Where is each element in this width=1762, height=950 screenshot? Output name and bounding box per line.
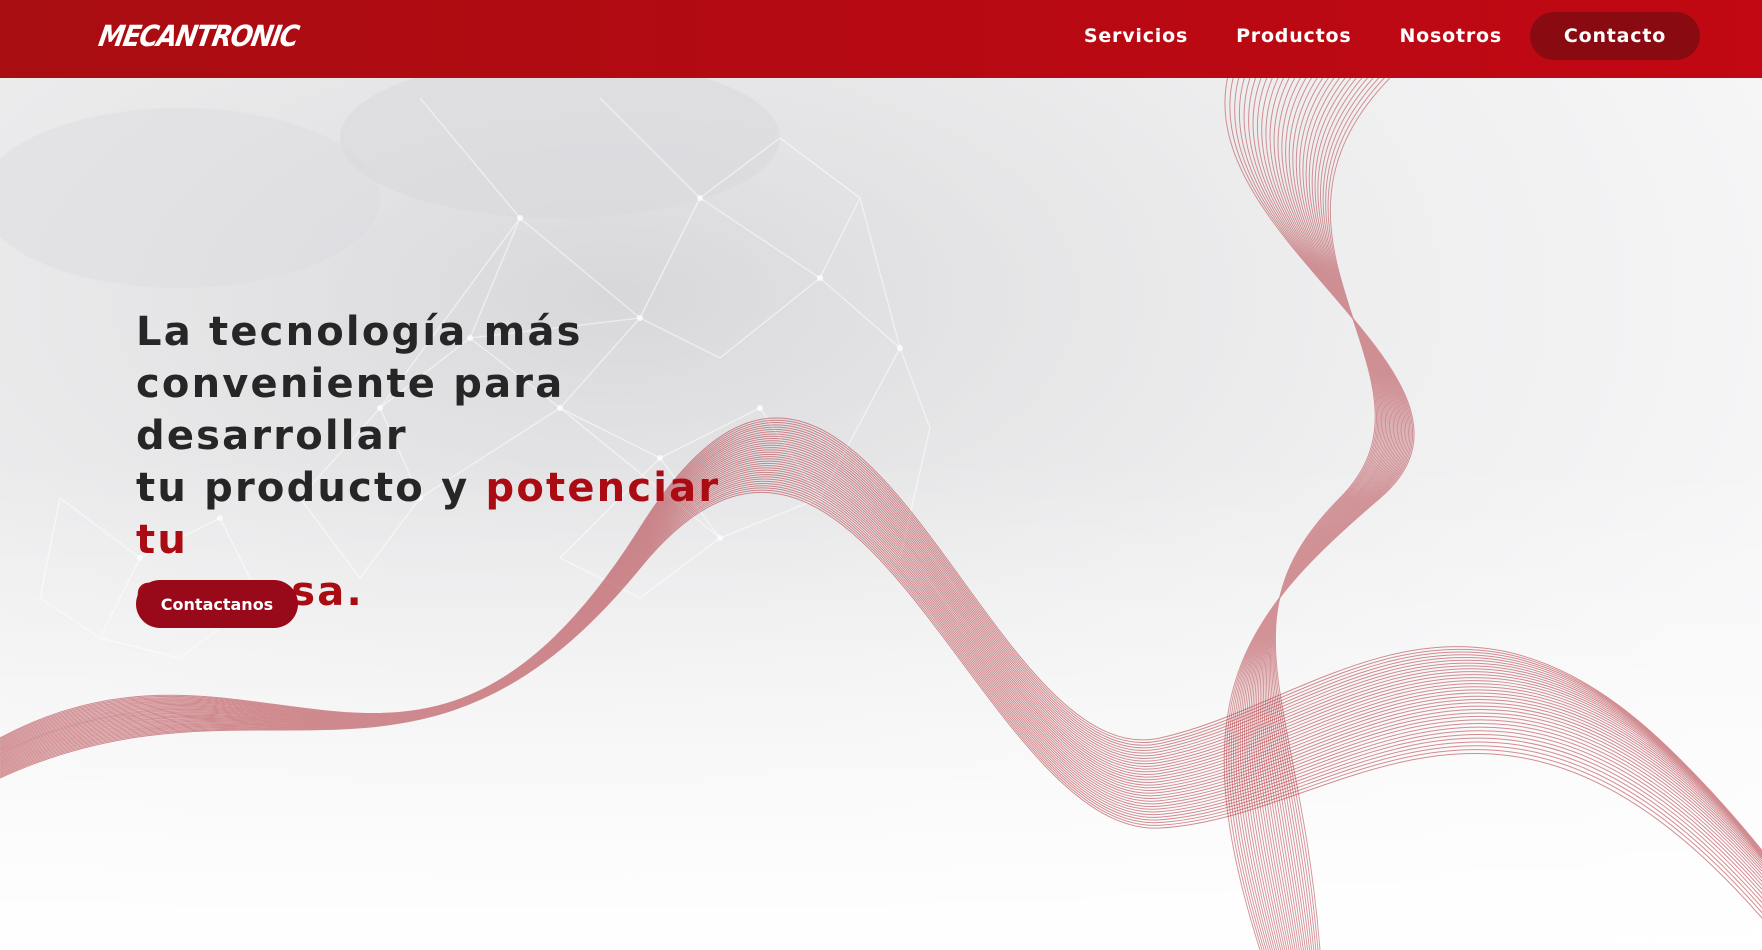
main-nav: Servicios Productos Nosotros Contacto [1084, 12, 1700, 60]
nav-link-servicios[interactable]: Servicios [1084, 25, 1188, 47]
hero-headline-line-3: tu producto y [136, 465, 486, 511]
hero-headline: La tecnología más conveniente para desar… [136, 306, 776, 618]
brand-logo[interactable]: MECANTRONIC [96, 17, 300, 57]
hero-headline-line-2: conveniente para desarrollar [136, 361, 565, 459]
nav-link-productos[interactable]: Productos [1236, 25, 1351, 47]
logo-wordmark: MECANTRONIC [96, 20, 301, 54]
nav-link-nosotros[interactable]: Nosotros [1399, 25, 1502, 47]
top-navbar: MECANTRONIC Servicios Productos Nosotros… [0, 0, 1762, 78]
contact-nav-button[interactable]: Contacto [1530, 12, 1700, 60]
page: MECANTRONIC Servicios Productos Nosotros… [0, 0, 1762, 950]
contact-us-button[interactable]: Contactanos [136, 580, 298, 628]
hero-section: La tecnología más conveniente para desar… [0, 78, 1762, 950]
hero-headline-line-1: La tecnología más [136, 309, 583, 355]
